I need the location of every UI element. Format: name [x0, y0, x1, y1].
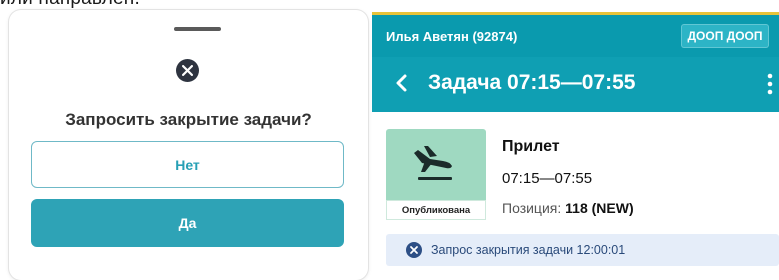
task-screen: Илья Аветян (92874) ДООП ДООП Задача 07:…: [372, 12, 779, 276]
position-label: Позиция:: [502, 200, 562, 216]
close-request-notice: Запрос закрытия задачи 12:00:01: [386, 234, 779, 266]
task-position: Позиция: 118 (NEW): [502, 200, 634, 216]
confirm-dialog: Запросить закрытие задачи? Нет Да: [9, 10, 368, 280]
yes-button[interactable]: Да: [31, 199, 344, 247]
close-circle-icon: [406, 242, 422, 258]
notice-text: Запрос закрытия задачи 12:00:01: [431, 243, 626, 257]
page-title: Задача 07:15—07:55: [428, 71, 636, 94]
task-type: Прилет: [502, 138, 560, 155]
close-icon[interactable]: [176, 59, 199, 82]
no-button[interactable]: Нет: [31, 141, 344, 188]
app-header: Задача 07:15—07:55: [372, 57, 779, 112]
task-type-card: Опубликована: [386, 129, 486, 220]
back-arrow-icon[interactable]: [392, 73, 412, 93]
user-bar: Илья Аветян (92874) ДООП ДООП: [372, 15, 779, 57]
more-menu-icon[interactable]: [767, 73, 773, 95]
position-value: 118 (NEW): [565, 200, 634, 216]
org-badge[interactable]: ДООП ДООП: [681, 24, 769, 48]
user-name: Илья Аветян (92874): [386, 29, 518, 44]
drag-handle[interactable]: [174, 27, 221, 31]
dialog-question: Запросить закрытие задачи?: [65, 110, 312, 129]
task-time: 07:15—07:55: [502, 170, 593, 187]
top-fragment-text: или направлен.: [0, 0, 140, 9]
status-badge: Опубликована: [386, 200, 486, 220]
plane-landing-icon: [414, 146, 452, 180]
